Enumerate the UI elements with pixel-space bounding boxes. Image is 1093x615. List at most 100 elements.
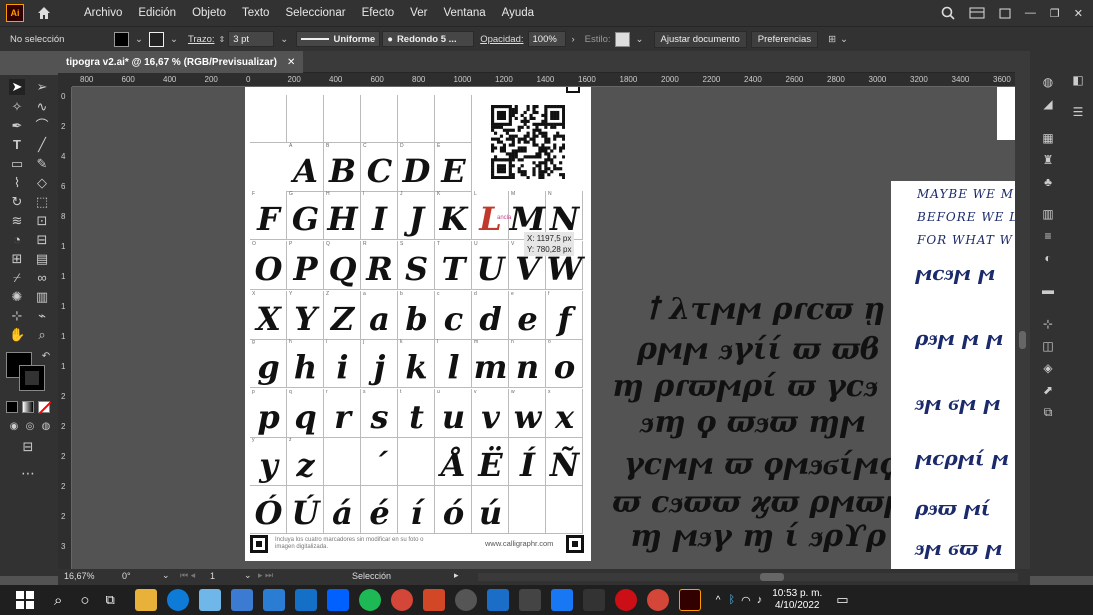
edge-icon[interactable] bbox=[166, 589, 189, 611]
gradient-mode-icon[interactable] bbox=[22, 401, 34, 413]
more-tools-icon[interactable]: ⋯ bbox=[20, 465, 36, 481]
shape-builder-icon[interactable]: ◔ bbox=[9, 232, 25, 248]
brush-definition[interactable]: ● Redondo 5 ... bbox=[382, 31, 475, 47]
chevron-down-icon[interactable]: ⌄ bbox=[135, 34, 143, 45]
menu-objeto[interactable]: Objeto bbox=[184, 7, 234, 19]
scale-tool-icon[interactable]: ⬚ bbox=[34, 194, 50, 210]
free-transform-icon[interactable]: ⊡ bbox=[34, 213, 50, 229]
perspective-grid-icon[interactable]: ⊟ bbox=[34, 232, 50, 248]
pathfinder-icon[interactable]: ◫ bbox=[1040, 339, 1056, 353]
file-explorer-icon[interactable] bbox=[134, 589, 157, 611]
horizontal-ruler[interactable]: 800 600 400 200 0 200 400 600 800 1000 1200 1400 160… bbox=[72, 73, 1015, 87]
brushes-icon[interactable]: ♜ bbox=[1040, 153, 1056, 167]
lasso-icon[interactable]: ∿ bbox=[34, 99, 50, 115]
bluetooth-icon[interactable]: ᛒ bbox=[728, 594, 735, 606]
windows-start-icon[interactable] bbox=[16, 591, 34, 609]
facebook-icon[interactable] bbox=[550, 589, 573, 611]
store-icon[interactable] bbox=[262, 589, 285, 611]
home-icon[interactable] bbox=[36, 5, 52, 21]
hand-tool-icon[interactable]: ✋ bbox=[9, 327, 25, 343]
artboards-icon[interactable]: ⧉ bbox=[1040, 405, 1056, 419]
warp-tool-icon[interactable]: ≋ bbox=[9, 213, 25, 229]
transform-icon[interactable]: ⊹ bbox=[1040, 317, 1056, 331]
draw-inside-icon[interactable]: ◍ bbox=[38, 419, 54, 435]
mail-icon[interactable] bbox=[294, 589, 317, 611]
libraries-icon[interactable]: ◢ bbox=[1040, 97, 1056, 111]
menu-ayuda[interactable]: Ayuda bbox=[494, 7, 542, 19]
symbol-sprayer-icon[interactable]: ✺ bbox=[9, 289, 25, 305]
type-tool-icon[interactable]: T bbox=[9, 137, 25, 153]
stroke-color-icon[interactable] bbox=[19, 365, 45, 391]
color-mode-icon[interactable] bbox=[6, 401, 18, 413]
chevron-right-icon[interactable]: ▸ bbox=[454, 570, 459, 581]
wifi-icon[interactable]: ◠ bbox=[741, 594, 751, 607]
comments-icon[interactable]: ▬ bbox=[1040, 283, 1056, 297]
word-icon[interactable] bbox=[582, 589, 605, 611]
swap-colors-icon[interactable]: ↶ bbox=[38, 349, 54, 365]
search-icon[interactable]: ⌕ bbox=[54, 592, 62, 609]
opacity-field[interactable]: 100% bbox=[527, 31, 566, 47]
zoom-level[interactable]: 16,67% bbox=[64, 571, 95, 581]
app-icon[interactable] bbox=[198, 589, 221, 611]
chevron-down-icon[interactable]: ⌄ bbox=[840, 34, 848, 45]
swatches-icon[interactable]: ▦ bbox=[1040, 131, 1056, 145]
workspace-icon[interactable] bbox=[999, 7, 1011, 19]
calculator-icon[interactable] bbox=[230, 589, 253, 611]
clock[interactable]: 10:53 p. m. 4/10/2022 bbox=[772, 588, 822, 612]
rotate-tool-icon[interactable]: ↻ bbox=[9, 194, 25, 210]
curvature-tool-icon[interactable]: ⌒ bbox=[34, 118, 50, 134]
stroke-weight-field[interactable]: 3 pt bbox=[228, 31, 275, 47]
scroll-thumb[interactable] bbox=[760, 573, 784, 581]
opera-icon[interactable] bbox=[614, 589, 637, 611]
align-icon[interactable]: ⊞ bbox=[828, 34, 836, 45]
photos-icon[interactable] bbox=[518, 589, 541, 611]
dropbox-icon[interactable] bbox=[326, 589, 349, 611]
line-tool-icon[interactable]: ╱ bbox=[34, 137, 50, 153]
slice-tool-icon[interactable]: ⌁ bbox=[34, 308, 50, 324]
chevron-down-icon[interactable]: ⌄ bbox=[244, 570, 252, 581]
symbols-icon[interactable]: ♣ bbox=[1040, 175, 1056, 189]
horizontal-scrollbar[interactable] bbox=[478, 573, 1018, 581]
export-icon[interactable]: ⬈ bbox=[1040, 383, 1056, 397]
adjust-document-button[interactable]: Ajustar documento bbox=[653, 30, 747, 48]
graph-tool-icon[interactable]: ▥ bbox=[34, 289, 50, 305]
opacity-label[interactable]: Opacidad: bbox=[480, 34, 523, 45]
chevron-down-icon[interactable]: ⌄ bbox=[280, 34, 288, 45]
vertical-scrollbar[interactable] bbox=[1015, 51, 1030, 576]
panel-options-icon[interactable]: ☰ bbox=[1070, 105, 1086, 119]
screen-mode-icon[interactable]: ⊟ bbox=[20, 439, 36, 455]
fill-swatch[interactable] bbox=[114, 31, 129, 47]
pen-tool-icon[interactable]: ✒ bbox=[9, 118, 25, 134]
stroke-panel-icon[interactable]: ≡ bbox=[1040, 229, 1056, 243]
draw-behind-icon[interactable]: ◎ bbox=[22, 419, 38, 435]
magic-wand-icon[interactable]: ✧ bbox=[9, 99, 25, 115]
menu-texto[interactable]: Texto bbox=[234, 7, 278, 19]
document-tab[interactable]: tipogra v2.ai* @ 16,67 % (RGB/Previsuali… bbox=[58, 51, 304, 73]
stroke-swatch[interactable] bbox=[148, 31, 164, 47]
eyedropper-icon[interactable]: ⌿ bbox=[9, 270, 25, 286]
last-page-icon[interactable]: ▸ ⏭ bbox=[258, 570, 273, 581]
illustrator-taskbar-icon[interactable] bbox=[678, 589, 701, 611]
artboard[interactable]: AABBCCDDEEFFGGHHIIJJKKLLMMNNOOPPQQRRSSTT… bbox=[245, 87, 591, 561]
cortana-icon[interactable]: ○ bbox=[80, 592, 89, 609]
variable-width-profile[interactable]: Uniforme bbox=[296, 31, 381, 47]
rotation-value[interactable]: 0° bbox=[122, 571, 131, 581]
eraser-icon[interactable]: ◇ bbox=[34, 175, 50, 191]
blend-tool-icon[interactable]: ∞ bbox=[34, 270, 50, 286]
preferences-button[interactable]: Preferencias bbox=[750, 30, 819, 48]
shaper-tool-icon[interactable]: ⌇ bbox=[9, 175, 25, 191]
chevron-down-icon[interactable]: ⌄ bbox=[636, 34, 644, 45]
chrome-profile-icon[interactable] bbox=[646, 589, 669, 611]
properties-icon[interactable]: ◍ bbox=[1040, 75, 1056, 89]
tray-chevron-icon[interactable]: ^ bbox=[716, 595, 721, 606]
close-tab-icon[interactable]: ✕ bbox=[287, 57, 295, 68]
menu-seleccionar[interactable]: Seleccionar bbox=[277, 7, 353, 19]
arrange-documents-icon[interactable] bbox=[969, 7, 985, 19]
close-icon[interactable]: ✕ bbox=[1074, 7, 1083, 20]
paintbrush-icon[interactable]: ✎ bbox=[34, 156, 50, 172]
chevron-down-icon[interactable]: ⌄ bbox=[170, 34, 178, 45]
rectangle-tool-icon[interactable]: ▭ bbox=[9, 156, 25, 172]
restore-icon[interactable]: ❐ bbox=[1050, 7, 1060, 20]
canvas[interactable]: AABBCCDDEEFFGGHHIIJJKKLLMMNNOOPPQQRRSSTT… bbox=[72, 87, 1015, 569]
layers-icon[interactable]: ◈ bbox=[1040, 361, 1056, 375]
